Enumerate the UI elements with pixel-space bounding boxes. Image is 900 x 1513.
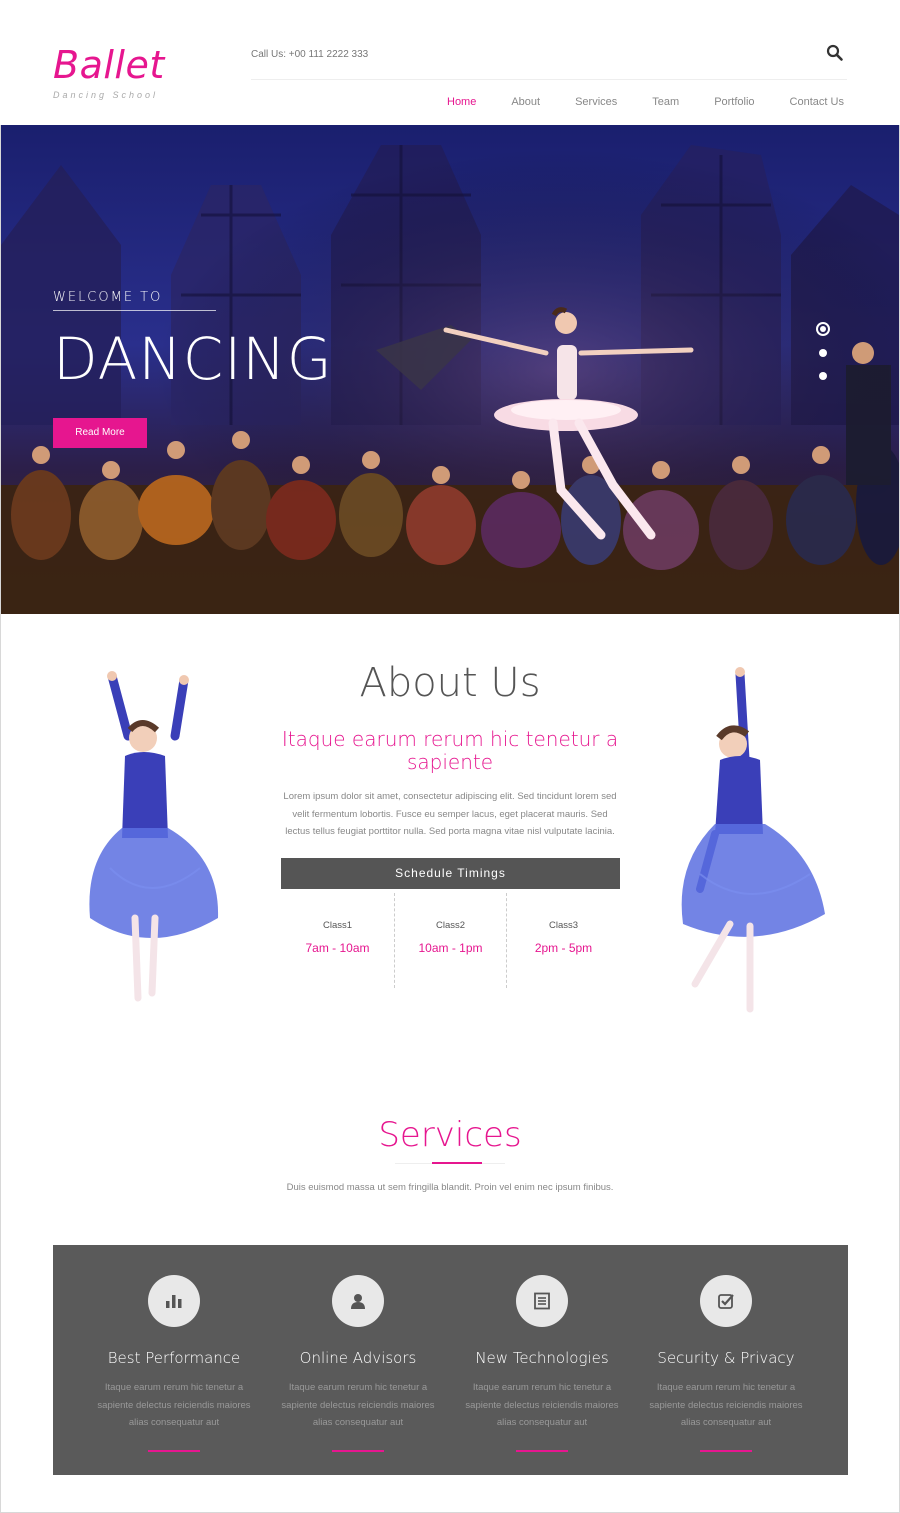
hero-welcome-text: WELCOME TO xyxy=(53,290,163,305)
schedule-timings-header: Schedule Timings xyxy=(281,858,620,889)
logo[interactable]: Ballet Dancing School xyxy=(53,46,165,100)
service-underline xyxy=(148,1449,200,1452)
service-description: Itaque earum rerum hic tenetur a sapient… xyxy=(97,1382,251,1428)
call-us-text: Call Us: +00 111 2222 333 xyxy=(251,49,369,60)
user-icon xyxy=(332,1275,384,1327)
about-title: About Us xyxy=(359,660,541,706)
about-subtitle: Itaque earum rerum hic tenetur a sapient… xyxy=(281,727,619,774)
service-name: Security & Privacy xyxy=(657,1349,795,1367)
services-panel: Best Performance Itaque earum rerum hic … xyxy=(53,1245,848,1475)
nav-about[interactable]: About xyxy=(511,96,540,108)
nav-contact-us[interactable]: Contact Us xyxy=(790,96,844,108)
class-name: Class1 xyxy=(322,920,353,931)
dancer-image-left xyxy=(89,671,219,1002)
logo-title: Ballet xyxy=(53,43,165,87)
service-description: Itaque earum rerum hic tenetur a sapient… xyxy=(649,1382,803,1428)
bar-chart-icon xyxy=(148,1275,200,1327)
class-name: Class2 xyxy=(435,920,466,931)
service-name: New Technologies xyxy=(475,1349,609,1367)
nav-services[interactable]: Services xyxy=(575,96,617,108)
read-more-button[interactable]: Read More xyxy=(53,418,147,448)
logo-tagline: Dancing School xyxy=(53,90,159,100)
service-card-best-performance[interactable]: Best Performance Itaque earum rerum hic … xyxy=(84,1275,264,1452)
services-title: Services xyxy=(378,1115,522,1155)
class-time: 2pm - 5pm xyxy=(534,941,593,955)
class-time: 10am - 1pm xyxy=(418,941,483,955)
service-description: Itaque earum rerum hic tenetur a sapient… xyxy=(465,1382,619,1428)
service-name: Online Advisors xyxy=(299,1349,417,1367)
service-card-online-advisors[interactable]: Online Advisors Itaque earum rerum hic t… xyxy=(268,1275,448,1452)
class-time: 7am - 10am xyxy=(305,941,370,955)
about-paragraph: Lorem ipsum dolor sit amet, consectetur … xyxy=(283,791,617,837)
class-name: Class3 xyxy=(548,920,579,931)
header-divider xyxy=(251,79,847,80)
dancer-image-right xyxy=(681,667,825,1013)
main-nav: Home About Services Team Portfolio Conta… xyxy=(447,96,844,108)
nav-team[interactable]: Team xyxy=(652,96,679,108)
service-card-new-technologies[interactable]: New Technologies Itaque earum rerum hic … xyxy=(452,1275,632,1452)
service-description: Itaque earum rerum hic tenetur a sapient… xyxy=(281,1382,435,1428)
services-subtitle: Duis euismod massa ut sem fringilla blan… xyxy=(286,1182,614,1193)
class-column-3: Class3 2pm - 5pm xyxy=(507,920,620,955)
slider-dot-2[interactable] xyxy=(819,349,827,357)
service-underline xyxy=(700,1449,752,1452)
service-underline xyxy=(516,1449,568,1452)
nav-portfolio[interactable]: Portfolio xyxy=(714,96,754,108)
class-column-1: Class1 7am - 10am xyxy=(281,920,394,955)
hero-title: DANCING xyxy=(53,325,333,393)
service-underline xyxy=(332,1449,384,1452)
service-name: Best Performance xyxy=(107,1349,241,1367)
hero-slider: WELCOME TO DANCING Read More xyxy=(1,125,899,614)
hero-welcome-divider xyxy=(53,310,216,311)
services-title-underline xyxy=(432,1162,482,1164)
search-icon[interactable] xyxy=(826,44,844,62)
service-card-security-privacy[interactable]: Security & Privacy Itaque earum rerum hi… xyxy=(636,1275,816,1452)
slider-dot-3[interactable] xyxy=(819,372,827,380)
class-column-2: Class2 10am - 1pm xyxy=(394,920,507,955)
nav-home[interactable]: Home xyxy=(447,96,476,108)
site-header: Ballet Dancing School Call Us: +00 111 2… xyxy=(0,0,900,125)
list-icon xyxy=(516,1275,568,1327)
slider-dot-1[interactable] xyxy=(816,322,830,336)
check-square-icon xyxy=(700,1275,752,1327)
